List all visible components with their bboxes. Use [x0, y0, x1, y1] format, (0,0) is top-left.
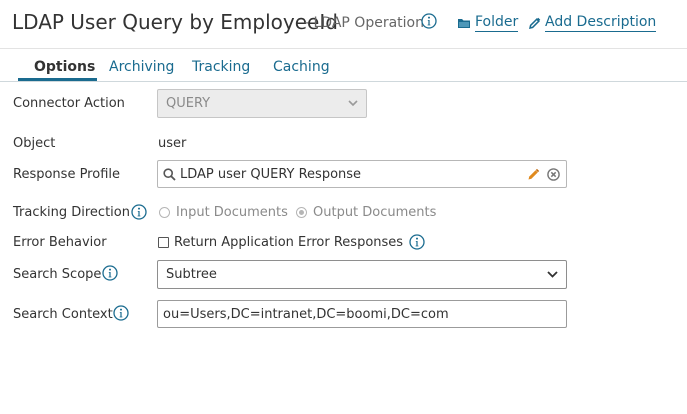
tab-options[interactable]: Options: [34, 59, 95, 75]
tab-archiving[interactable]: Archiving: [109, 59, 174, 75]
search-context-label: Search Context: [13, 307, 113, 322]
connector-action-label: Connector Action: [13, 96, 125, 111]
input-documents-option[interactable]: Input Documents: [159, 205, 288, 220]
search-scope-info-icon[interactable]: [102, 265, 118, 285]
search-scope-label: Search Scope: [13, 267, 102, 282]
search-scope-value: Subtree: [166, 267, 217, 282]
return-error-responses-checkbox[interactable]: [158, 236, 169, 248]
folder-link[interactable]: Folder: [457, 14, 519, 32]
chevron-down-icon: [348, 100, 358, 107]
response-profile-label: Response Profile: [13, 167, 120, 182]
clear-icon[interactable]: [547, 166, 560, 185]
page-header: LDAP User Query by EmployeeId - LDAP Ope…: [0, 0, 687, 48]
search-context-input[interactable]: ou=Users,DC=intranet,DC=boomi,DC=com: [157, 300, 567, 328]
folder-icon: [458, 19, 470, 28]
chevron-down-icon: [547, 271, 558, 278]
tab-tracking[interactable]: Tracking: [192, 59, 250, 75]
tabs-divider: [0, 81, 687, 82]
input-documents-label: Input Documents: [176, 205, 288, 220]
page-subtitle: - LDAP Operation: [304, 15, 424, 31]
search-context-info-icon[interactable]: [113, 305, 129, 325]
page-title: LDAP User Query by EmployeeId: [12, 10, 338, 34]
input-documents-radio[interactable]: [159, 207, 170, 218]
search-scope-select[interactable]: Subtree: [157, 260, 567, 289]
object-label: Object: [13, 136, 56, 151]
pencil-icon: [528, 17, 541, 29]
add-description-link[interactable]: Add Description: [528, 14, 657, 32]
folder-link-label: Folder: [475, 14, 519, 32]
tracking-direction-info-icon[interactable]: [131, 204, 147, 224]
output-documents-radio[interactable]: [296, 207, 307, 218]
connector-action-value: QUERY: [166, 96, 211, 111]
edit-pencil-icon[interactable]: [527, 166, 540, 185]
output-documents-label: Output Documents: [313, 205, 437, 220]
add-description-label: Add Description: [545, 14, 657, 32]
connector-action-select[interactable]: QUERY: [157, 89, 367, 118]
object-value: user: [158, 136, 187, 151]
return-error-responses-label: Return Application Error Responses: [174, 234, 404, 250]
search-context-value: ou=Users,DC=intranet,DC=boomi,DC=com: [163, 306, 449, 322]
tracking-direction-label: Tracking Direction: [13, 205, 130, 220]
operation-info-icon[interactable]: [421, 13, 437, 33]
search-icon: [163, 167, 176, 181]
error-behavior-info-icon[interactable]: [409, 234, 425, 250]
response-profile-field[interactable]: LDAP user QUERY Response: [157, 160, 567, 188]
header-divider: [0, 48, 687, 49]
response-profile-value: LDAP user QUERY Response: [180, 166, 362, 182]
error-behavior-label: Error Behavior: [13, 235, 107, 250]
tab-caching[interactable]: Caching: [273, 59, 330, 75]
return-error-responses-option[interactable]: Return Application Error Responses: [158, 234, 425, 250]
output-documents-option[interactable]: Output Documents: [296, 205, 436, 220]
